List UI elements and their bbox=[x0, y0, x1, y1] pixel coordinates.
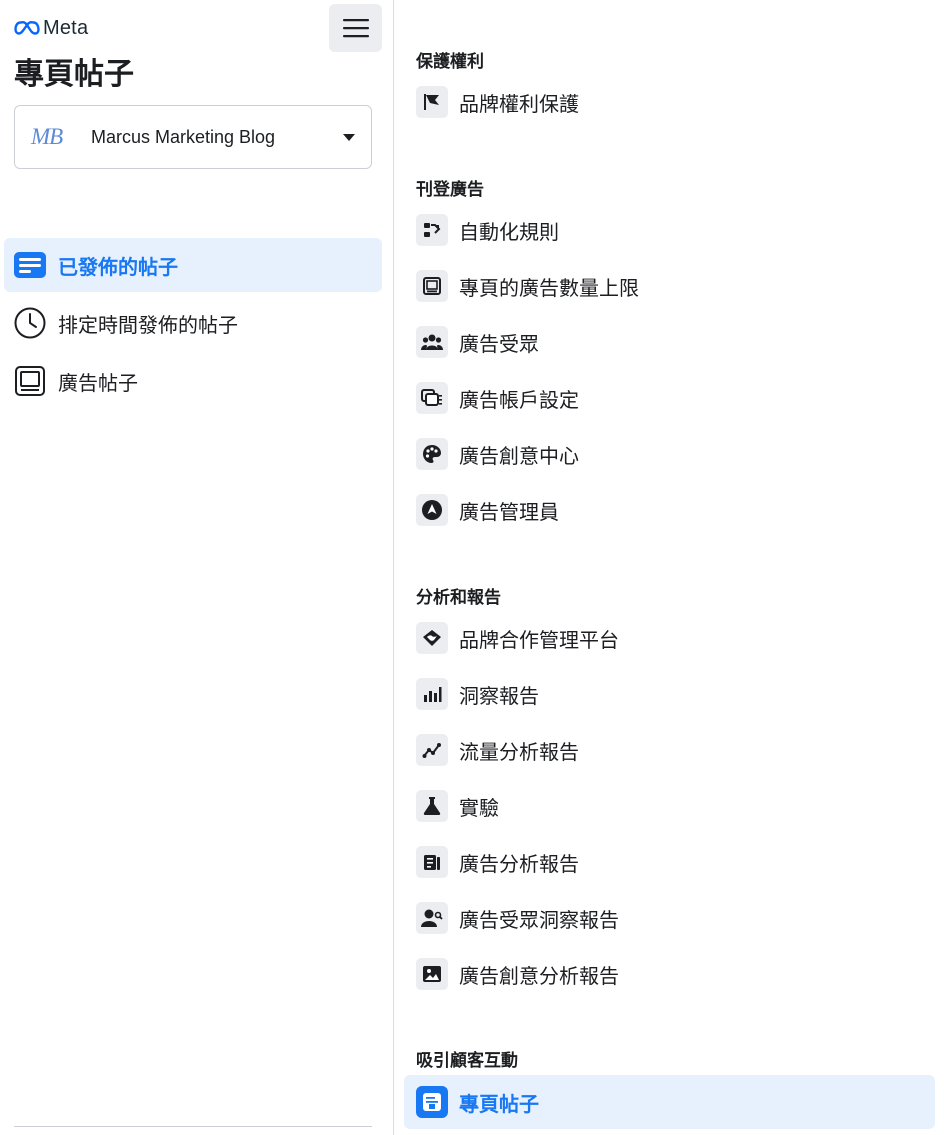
sidebar-item-ad-posts[interactable]: 廣告帖子 bbox=[4, 354, 382, 408]
ad-account-icon bbox=[416, 382, 448, 414]
menu-item-experiments[interactable]: 實驗 bbox=[416, 786, 499, 826]
page-name: Marcus Marketing Blog bbox=[91, 126, 276, 147]
ad-posts-icon bbox=[14, 365, 46, 397]
menu-item-creative-reporting[interactable]: 廣告創意分析報告 bbox=[416, 954, 619, 994]
menu-item-automated-rules[interactable]: 自動化規則 bbox=[416, 210, 559, 250]
menu-item-label: 廣告創意中心 bbox=[459, 443, 579, 468]
menu-item-label: 廣告帳戶設定 bbox=[459, 387, 579, 412]
menu-item-label: 流量分析報告 bbox=[459, 739, 579, 764]
flask-icon bbox=[416, 790, 448, 822]
ad-limit-icon bbox=[416, 270, 448, 302]
menu-item-traffic-analytics[interactable]: 流量分析報告 bbox=[416, 730, 579, 770]
menu-item-label: 專頁的廣告數量上限 bbox=[459, 275, 639, 300]
sidebar-item-published-posts[interactable]: 已發佈的帖子 bbox=[4, 238, 382, 292]
menu-item-creative-hub[interactable]: 廣告創意中心 bbox=[416, 434, 579, 474]
menu-item-label: 品牌合作管理平台 bbox=[459, 627, 619, 652]
menu-item-ad-account-settings[interactable]: 廣告帳戶設定 bbox=[416, 378, 579, 418]
section-title-engagement: 吸引顧客互動 bbox=[416, 1051, 518, 1071]
menu-item-page-posts[interactable]: 專頁帖子 bbox=[404, 1075, 935, 1129]
sidebar-item-label: 廣告帖子 bbox=[58, 370, 138, 395]
menu-item-insights[interactable]: 洞察報告 bbox=[416, 674, 539, 714]
audience-insights-icon bbox=[416, 902, 448, 934]
menu-item-audience-insights[interactable]: 廣告受眾洞察報告 bbox=[416, 898, 619, 938]
menu-item-ad-reporting[interactable]: 廣告分析報告 bbox=[416, 842, 579, 882]
handshake-icon bbox=[416, 622, 448, 654]
section-title-advertising: 刊登廣告 bbox=[416, 180, 484, 200]
page-posts-icon bbox=[416, 1086, 448, 1118]
image-report-icon bbox=[416, 958, 448, 990]
menu-button[interactable] bbox=[329, 4, 382, 52]
meta-infinity-icon bbox=[14, 21, 40, 35]
report-icon bbox=[416, 846, 448, 878]
flag-icon bbox=[416, 86, 448, 118]
left-panel: Meta 專頁帖子 MB Marcus Marketing Blog 已發佈的帖… bbox=[0, 0, 394, 1135]
section-title-analytics: 分析和報告 bbox=[416, 588, 501, 608]
clock-icon bbox=[14, 307, 46, 339]
page-selector[interactable]: MB Marcus Marketing Blog bbox=[14, 105, 372, 169]
menu-item-label: 廣告受眾 bbox=[459, 331, 539, 356]
audience-icon bbox=[416, 326, 448, 358]
palette-icon bbox=[416, 438, 448, 470]
menu-item-label: 自動化規則 bbox=[459, 219, 559, 244]
meta-logo-text: Meta bbox=[43, 16, 89, 39]
menu-item-ad-limit[interactable]: 專頁的廣告數量上限 bbox=[416, 266, 639, 306]
automation-icon bbox=[416, 214, 448, 246]
menu-panel: 保護權利 品牌權利保護 刊登廣告 自動化規則 專頁的廣告數量上限 廣告受眾 廣告… bbox=[395, 0, 944, 1135]
menu-item-label: 廣告管理員 bbox=[459, 499, 559, 524]
menu-item-label: 洞察報告 bbox=[459, 683, 539, 708]
trend-icon bbox=[416, 734, 448, 766]
caret-down-icon bbox=[343, 133, 355, 141]
menu-item-ad-audiences[interactable]: 廣告受眾 bbox=[416, 322, 539, 362]
menu-item-label: 實驗 bbox=[459, 795, 499, 820]
divider bbox=[14, 1126, 372, 1127]
sidebar-item-label: 已發佈的帖子 bbox=[58, 254, 178, 279]
hamburger-icon bbox=[342, 19, 369, 38]
sidebar-nav: 已發佈的帖子 排定時間發佈的帖子 廣告帖子 bbox=[4, 238, 382, 412]
page-title: 專頁帖子 bbox=[14, 57, 134, 92]
sidebar-item-label: 排定時間發佈的帖子 bbox=[58, 312, 238, 337]
menu-item-label: 專頁帖子 bbox=[459, 1091, 539, 1116]
menu-item-brand-collabs[interactable]: 品牌合作管理平台 bbox=[416, 618, 619, 658]
menu-item-label: 品牌權利保護 bbox=[459, 91, 579, 116]
menu-item-label: 廣告創意分析報告 bbox=[459, 963, 619, 988]
menu-item-brand-rights[interactable]: 品牌權利保護 bbox=[416, 82, 579, 122]
bar-chart-icon bbox=[416, 678, 448, 710]
menu-item-label: 廣告分析報告 bbox=[459, 851, 579, 876]
section-title-protect-rights: 保護權利 bbox=[416, 52, 484, 72]
meta-logo[interactable]: Meta bbox=[14, 16, 88, 40]
page-avatar: MB bbox=[31, 124, 63, 149]
menu-item-ads-manager[interactable]: 廣告管理員 bbox=[416, 490, 559, 530]
menu-item-label: 廣告受眾洞察報告 bbox=[459, 907, 619, 932]
ads-manager-icon bbox=[416, 494, 448, 526]
published-posts-icon bbox=[14, 249, 46, 281]
sidebar-item-scheduled-posts[interactable]: 排定時間發佈的帖子 bbox=[4, 296, 382, 350]
